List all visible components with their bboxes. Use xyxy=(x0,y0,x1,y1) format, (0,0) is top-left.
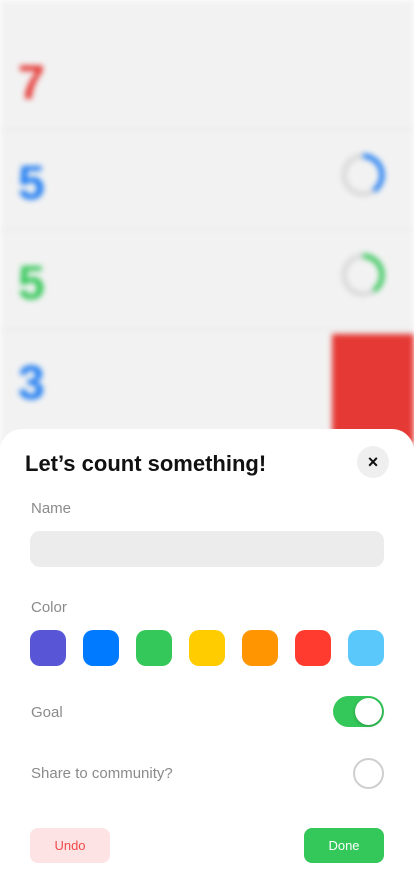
counter-value: 3 xyxy=(18,357,45,410)
close-icon: × xyxy=(367,451,379,472)
done-button[interactable]: Done xyxy=(304,828,384,863)
color-swatch[interactable] xyxy=(295,630,331,666)
list-item: 5 xyxy=(0,230,414,330)
undo-button[interactable]: Undo xyxy=(30,828,110,863)
color-swatch[interactable] xyxy=(30,630,66,666)
progress-ring-icon xyxy=(341,253,385,297)
counter-value: 7 xyxy=(18,57,45,110)
toggle-knob xyxy=(355,698,382,725)
share-radio[interactable] xyxy=(353,758,384,789)
name-label: Name xyxy=(31,500,72,517)
color-swatch[interactable] xyxy=(189,630,225,666)
color-swatch[interactable] xyxy=(242,630,278,666)
counter-value: 5 xyxy=(18,257,45,310)
share-label: Share to community? xyxy=(31,765,173,782)
color-label: Color xyxy=(31,599,67,616)
name-input[interactable] xyxy=(30,531,384,567)
color-swatch[interactable] xyxy=(348,630,384,666)
color-swatch[interactable] xyxy=(136,630,172,666)
swipe-delete-action xyxy=(332,334,414,444)
sheet-title: Let’s count something! xyxy=(25,451,267,476)
list-item: 7 xyxy=(0,30,414,130)
goal-label: Goal xyxy=(31,704,63,721)
color-picker xyxy=(30,630,384,666)
new-counter-sheet: Let’s count something! × Name Color Goal… xyxy=(0,429,414,896)
goal-toggle[interactable] xyxy=(333,696,384,727)
counter-value: 5 xyxy=(18,157,45,210)
close-button[interactable]: × xyxy=(357,446,389,478)
color-swatch[interactable] xyxy=(83,630,119,666)
progress-ring-icon xyxy=(341,153,385,197)
background-counter-list: 7 5 5 3 xyxy=(0,0,414,460)
list-item: 5 xyxy=(0,130,414,230)
